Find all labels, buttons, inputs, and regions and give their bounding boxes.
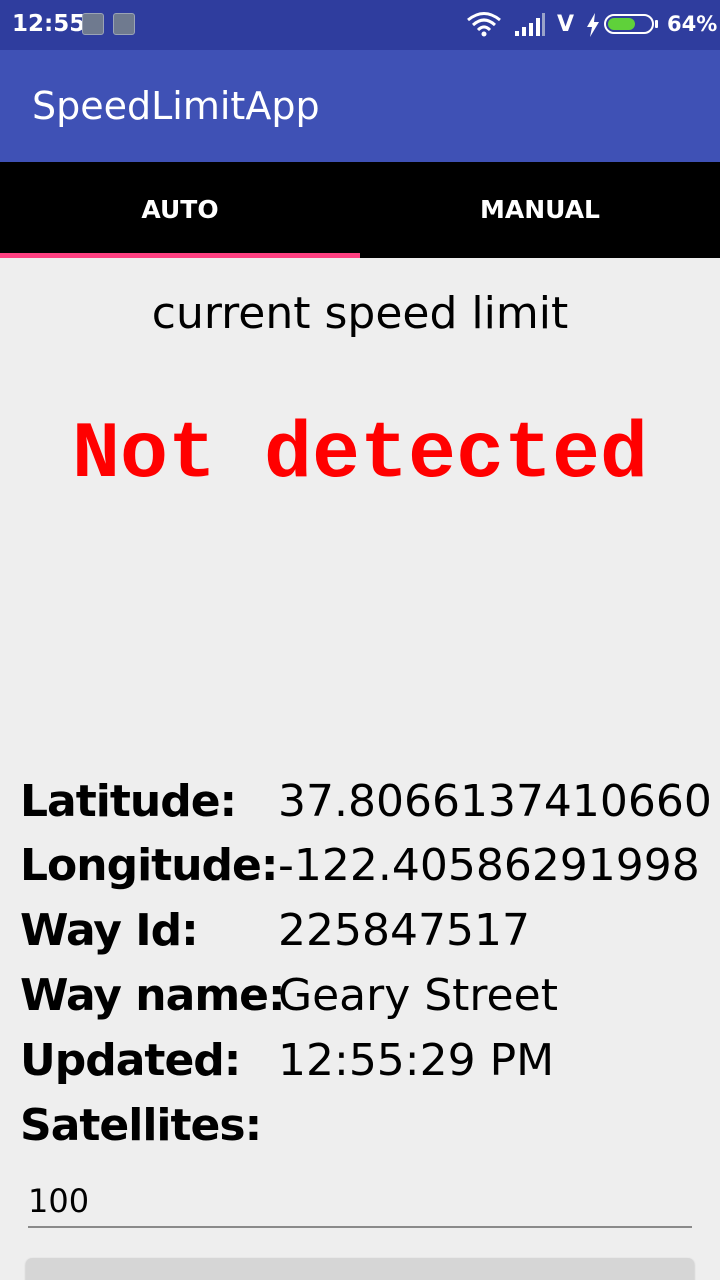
app-bar: SpeedLimitApp bbox=[0, 50, 720, 162]
battery-tip bbox=[655, 20, 658, 28]
charging-bolt-icon bbox=[587, 13, 599, 37]
battery-percent: 64% bbox=[667, 12, 718, 36]
speed-limit-input[interactable] bbox=[28, 1176, 692, 1228]
latitude-label: Latitude: bbox=[20, 776, 237, 827]
tab-indicator bbox=[0, 253, 360, 258]
network-type-label: V bbox=[557, 12, 575, 37]
way-id-value: 225847517 bbox=[278, 905, 530, 956]
speed-limit-value: Not detected bbox=[71, 410, 649, 501]
status-time: 12:55 bbox=[12, 11, 86, 37]
way-id-label: Way Id: bbox=[20, 905, 199, 956]
screen: 12:55 V 64% SpeedLimitApp AUTO MANUAL cu… bbox=[0, 0, 720, 1280]
status-bar: 12:55 V 64% bbox=[0, 0, 720, 50]
updated-label: Updated: bbox=[20, 1035, 241, 1086]
longitude-label: Longitude: bbox=[20, 840, 278, 891]
longitude-value: -122.40586291998 bbox=[278, 840, 700, 891]
latitude-value: 37.8066137410660 bbox=[278, 776, 712, 827]
signal-icon bbox=[515, 13, 545, 36]
notification-app-icon bbox=[82, 13, 104, 35]
way-name-label: Way name: bbox=[20, 970, 286, 1021]
battery-level-fill bbox=[608, 18, 635, 30]
way-name-value: Geary Street bbox=[278, 970, 558, 1021]
tab-bar: AUTO MANUAL bbox=[0, 162, 720, 258]
satellites-label: Satellites: bbox=[20, 1100, 262, 1151]
notification-app-icon bbox=[113, 13, 135, 35]
tab-auto[interactable]: AUTO bbox=[0, 162, 360, 258]
app-title: SpeedLimitApp bbox=[32, 84, 320, 128]
updated-value: 12:55:29 PM bbox=[278, 1035, 555, 1086]
wifi-icon bbox=[467, 12, 501, 37]
speed-limit-caption: current speed limit bbox=[151, 288, 569, 339]
tab-manual[interactable]: MANUAL bbox=[360, 162, 720, 258]
submit-button[interactable] bbox=[26, 1258, 694, 1280]
battery-icon bbox=[604, 14, 654, 34]
